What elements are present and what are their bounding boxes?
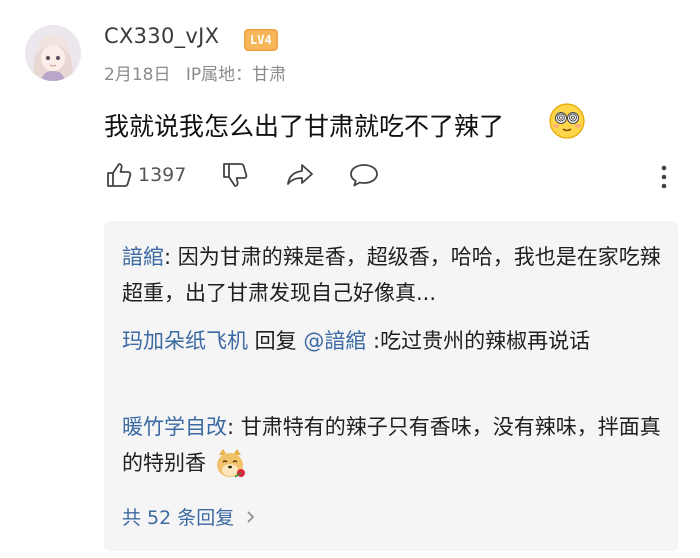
comment-bubble-icon bbox=[350, 164, 378, 187]
reply-author[interactable]: 諳綰 bbox=[122, 245, 164, 269]
reply-text: :吃过贵州的辣椒再说话 bbox=[366, 329, 591, 353]
comment-text: 我就说我怎么出了甘肃就吃不了辣了 bbox=[104, 112, 505, 141]
comment-date: 2月18日 bbox=[104, 65, 171, 85]
reply-separator: : bbox=[164, 245, 178, 269]
comment-actions: 1397 bbox=[104, 160, 684, 198]
doge-rose-emoji-icon bbox=[213, 447, 249, 481]
more-replies-label: 共 52 条回复 bbox=[122, 507, 235, 529]
reply-button[interactable] bbox=[348, 160, 380, 190]
dizzy-face-emoji-icon bbox=[548, 102, 586, 140]
reply-word: 回复 bbox=[248, 329, 304, 353]
ip-location: IP属地：甘肃 bbox=[185, 65, 287, 85]
reply-item[interactable]: 暖竹学自改: 甘肃特有的辣子只有香味，没有辣味，拌面真的特别香 bbox=[122, 409, 662, 481]
level-badge: LV4 bbox=[244, 29, 278, 51]
reply-item[interactable]: 諳綰: 因为甘肃的辣是香，超级香，哈哈，我也是在家吃辣超重，出了甘肃发现自己好像… bbox=[122, 239, 662, 311]
username[interactable]: CX330_vJX bbox=[104, 24, 219, 48]
share-arrow-icon bbox=[287, 164, 313, 185]
reply-separator: : bbox=[227, 415, 241, 439]
dislike-button[interactable] bbox=[220, 160, 250, 190]
comment-meta: 2月18日 IP属地：甘肃 bbox=[104, 60, 296, 85]
view-more-replies-link[interactable]: 共 52 条回复 bbox=[122, 503, 256, 530]
reply-text: 因为甘肃的辣是香，超级香，哈哈，我也是在家吃辣超重，出了甘肃发现自己好像真... bbox=[122, 245, 661, 305]
avatar[interactable] bbox=[25, 25, 81, 81]
share-button[interactable] bbox=[284, 160, 316, 190]
reply-author[interactable]: 暖竹学自改 bbox=[122, 415, 227, 439]
thumbs-down-icon bbox=[223, 163, 248, 187]
like-count: 1397 bbox=[138, 164, 187, 186]
reply-item[interactable]: 玛加朵纸飞机 回复 @諳綰 :吃过贵州的辣椒再说话 bbox=[122, 323, 662, 359]
thumbs-up-icon bbox=[107, 163, 132, 187]
more-options-button[interactable] bbox=[660, 164, 668, 194]
replies-panel: 諳綰: 因为甘肃的辣是香，超级香，哈哈，我也是在家吃辣超重，出了甘肃发现自己好像… bbox=[104, 221, 678, 551]
like-button[interactable]: 1397 bbox=[104, 160, 186, 190]
more-vertical-icon bbox=[661, 165, 667, 189]
chevron-right-icon bbox=[246, 507, 256, 529]
reply-author[interactable]: 玛加朵纸飞机 bbox=[122, 329, 248, 353]
reply-target-mention[interactable]: @諳綰 bbox=[303, 329, 366, 353]
